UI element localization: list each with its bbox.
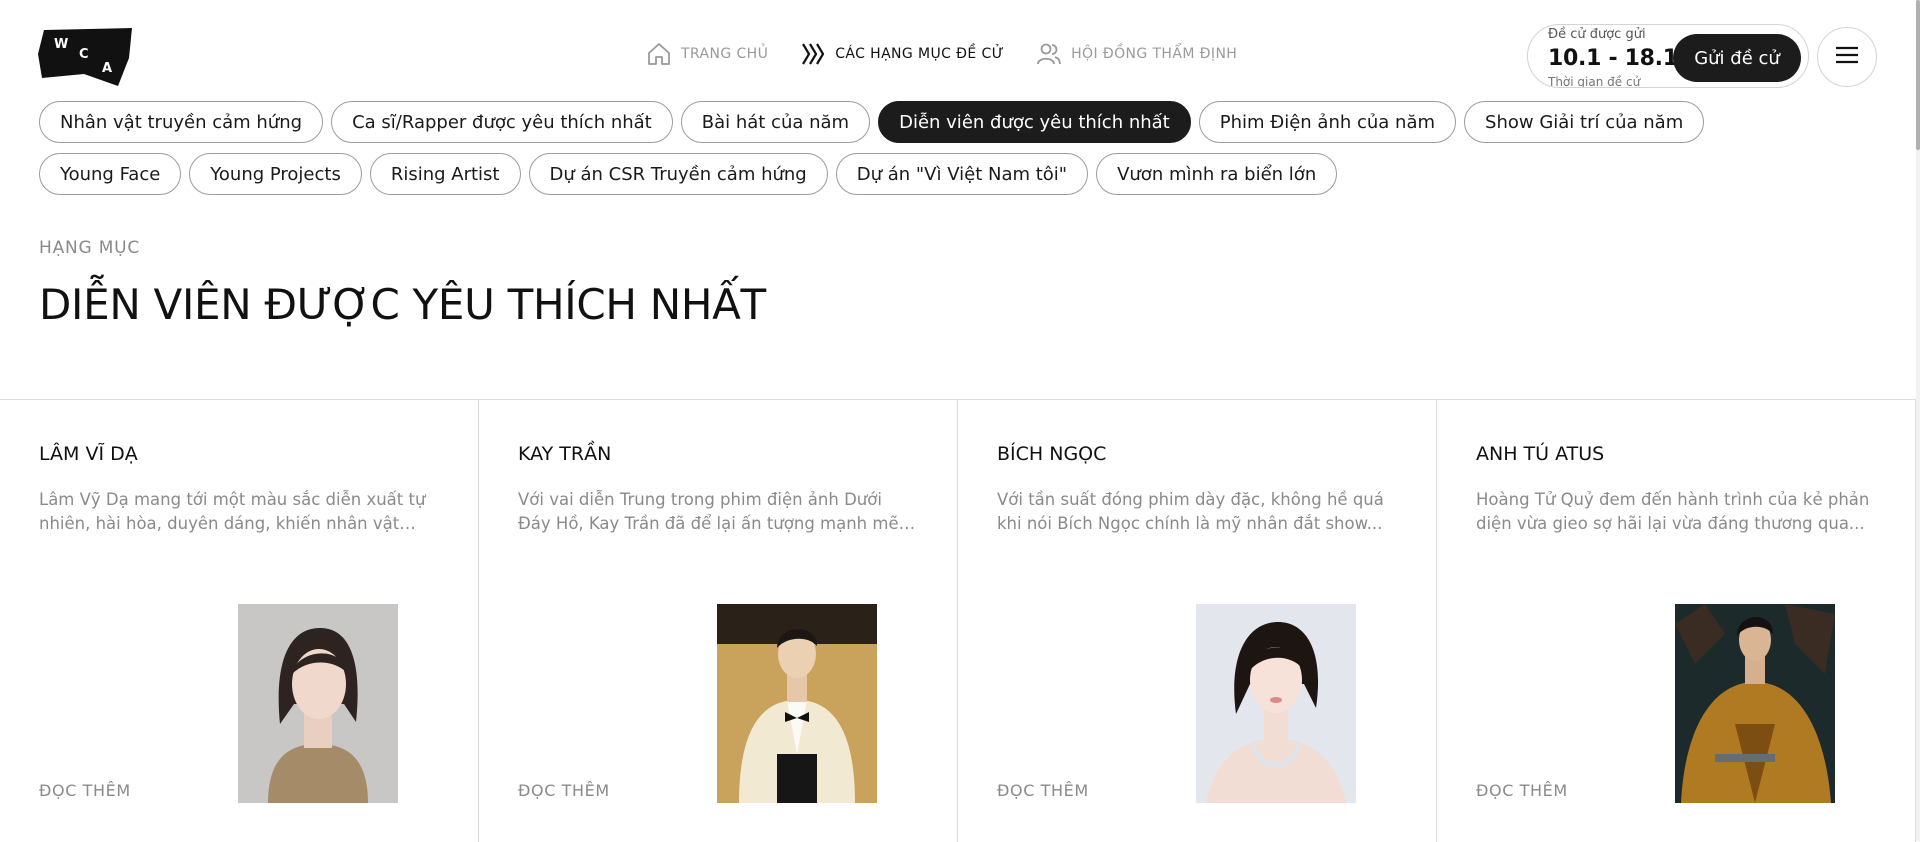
chip-film-of-year[interactable]: Phim Điện ảnh của năm	[1198, 101, 1457, 143]
submit-nomination-button[interactable]: Gửi đề cử	[1673, 34, 1801, 82]
category-filter-chips: Nhân vật truyền cảm hứng Ca sĩ/Rapper đư…	[39, 101, 1799, 205]
chip-row-2: Young Face Young Projects Rising Artist …	[39, 153, 1799, 195]
hamburger-menu-icon	[1835, 45, 1859, 69]
nominee-photo[interactable]	[1675, 604, 1835, 803]
nav-item-home[interactable]: TRANG CHỦ	[646, 41, 768, 67]
nav-label-categories: CÁC HẠNG MỤC ĐỀ CỬ	[835, 46, 1005, 62]
page-scrollbar[interactable]	[1916, 0, 1920, 841]
logo-letter-a: A	[102, 61, 112, 76]
nominee-name: BÍCH NGỌC	[997, 443, 1107, 465]
nominee-description: Lâm Vỹ Dạ mang tới một màu sắc diễn xuất…	[39, 490, 426, 533]
nomination-dates: 10.1 - 18.1	[1548, 46, 1678, 71]
nominee-grid: LÂM VĨ DẠ Lâm Vỹ Dạ mang tới một màu sắc…	[0, 399, 1916, 842]
read-more-link[interactable]: ĐỌC THÊM	[518, 781, 610, 800]
nominee-card[interactable]: KAY TRẦN Với vai diễn Trung trong phim đ…	[479, 400, 958, 842]
read-more-link[interactable]: ĐỌC THÊM	[997, 781, 1089, 800]
nav-label-jury: HỘI ĐỒNG THẨM ĐỊNH	[1071, 46, 1238, 62]
chip-song-of-year[interactable]: Bài hát của năm	[680, 101, 871, 143]
chip-vi-viet-nam-toi[interactable]: Dự án "Vì Việt Nam tôi"	[835, 153, 1089, 195]
nomination-sublabel: Thời gian đề cử	[1548, 75, 1641, 88]
nominee-name: LÂM VĨ DẠ	[39, 443, 138, 465]
nominee-name: ANH TÚ ATUS	[1476, 443, 1605, 465]
chip-favorite-actor[interactable]: Diễn viên được yêu thích nhất	[878, 101, 1191, 143]
nominee-description: Hoàng Tử Quỷ đem đến hành trình của kẻ p…	[1476, 490, 1870, 533]
chip-vuon-minh-ra-bien-lon[interactable]: Vươn mình ra biển lớn	[1096, 153, 1338, 195]
chip-rising-artist[interactable]: Rising Artist	[369, 153, 521, 195]
nominee-photo[interactable]	[717, 604, 877, 803]
home-icon	[646, 41, 672, 67]
chip-young-face[interactable]: Young Face	[39, 153, 182, 195]
nominee-description: Với tần suất đóng phim dày đặc, không hề…	[997, 490, 1384, 533]
nominee-name: KAY TRẦN	[518, 443, 612, 465]
chip-show-of-year[interactable]: Show Giải trí của năm	[1464, 101, 1705, 143]
read-more-link[interactable]: ĐỌC THÊM	[39, 781, 131, 800]
site-header: W C A TRANG CHỦ CÁC HẠNG MỤC ĐỀ CỬ HỘI Đ…	[0, 0, 1920, 100]
nominee-card[interactable]: BÍCH NGỌC Với tần suất đóng phim dày đặc…	[958, 400, 1437, 842]
menu-button[interactable]	[1817, 27, 1877, 87]
chip-young-projects[interactable]: Young Projects	[189, 153, 362, 195]
page-title: DIỄN VIÊN ĐƯỢC YÊU THÍCH NHẤT	[39, 280, 766, 329]
category-label: HẠNG MỤC	[39, 238, 141, 258]
nominee-photo[interactable]	[1196, 604, 1356, 803]
nav-label-home: TRANG CHỦ	[681, 46, 769, 62]
nominee-card[interactable]: ANH TÚ ATUS Hoàng Tử Quỷ đem đến hành tr…	[1437, 400, 1916, 842]
nominee-description: Với vai diễn Trung trong phim điện ảnh D…	[518, 490, 899, 533]
nomination-label: Đề cử được gửi	[1548, 27, 1646, 42]
scrollbar-thumb[interactable]	[1916, 0, 1920, 150]
chip-inspiring-figure[interactable]: Nhân vật truyền cảm hứng	[39, 101, 324, 143]
nominee-card[interactable]: LÂM VĨ DẠ Lâm Vỹ Dạ mang tới một màu sắc…	[0, 400, 479, 842]
nav-item-categories[interactable]: CÁC HẠNG MỤC ĐỀ CỬ	[800, 41, 1004, 67]
read-more-link[interactable]: ĐỌC THÊM	[1476, 781, 1568, 800]
nomination-period-box: Đề cử được gửi 10.1 - 18.1 Thời gian đề …	[1527, 24, 1809, 88]
chevrons-icon	[800, 41, 826, 67]
main-nav: TRANG CHỦ CÁC HẠNG MỤC ĐỀ CỬ HỘI ĐỒNG TH…	[646, 41, 1269, 67]
logo-letter-c: C	[79, 47, 89, 62]
chip-favorite-singer[interactable]: Ca sĩ/Rapper được yêu thích nhất	[331, 101, 673, 143]
chip-csr-project[interactable]: Dự án CSR Truyền cảm hứng	[528, 153, 828, 195]
users-icon	[1036, 41, 1062, 67]
chip-row-1: Nhân vật truyền cảm hứng Ca sĩ/Rapper đư…	[39, 101, 1799, 143]
wca-logo[interactable]: W C A	[38, 28, 134, 86]
logo-letter-w: W	[54, 37, 68, 52]
nominee-photo[interactable]	[238, 604, 398, 803]
nav-item-jury[interactable]: HỘI ĐỒNG THẨM ĐỊNH	[1036, 41, 1237, 67]
